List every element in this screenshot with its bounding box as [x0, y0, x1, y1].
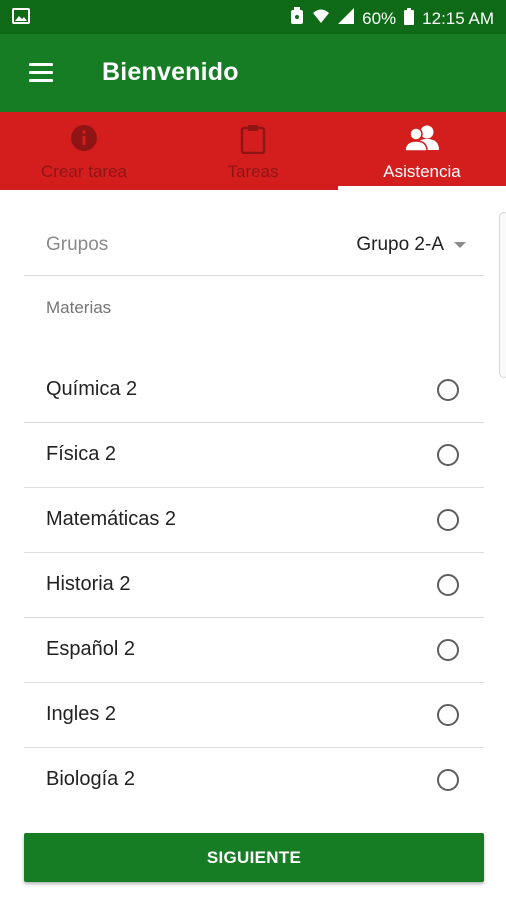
radio-button[interactable] [437, 769, 459, 791]
list-item[interactable]: Física 2 [24, 423, 484, 488]
subject-name: Biología 2 [46, 768, 135, 790]
tab-indicator [338, 186, 506, 190]
signal-icon [338, 8, 355, 29]
groups-selected-value[interactable]: Grupo 2-A [356, 234, 444, 256]
subject-name: Matemáticas 2 [46, 508, 177, 530]
clipboard-icon [240, 124, 266, 159]
groups-label: Grupos [46, 234, 109, 255]
menu-icon[interactable] [24, 56, 58, 90]
radio-button[interactable] [437, 639, 459, 661]
subject-name: Ingles 2 [46, 703, 117, 725]
battery-percent: 60% [362, 8, 397, 28]
battery-icon [404, 7, 415, 30]
subjects-list: Química 2 Física 2 Matemáticas 2 Histori… [24, 358, 484, 813]
status-bar: 60% 12:15 AM [0, 0, 506, 34]
radio-button[interactable] [437, 704, 459, 726]
subject-name: Química 2 [46, 378, 138, 400]
subjects-label: Materias [46, 298, 112, 317]
radio-button[interactable] [437, 444, 459, 466]
app-bar: Bienvenido [0, 34, 506, 112]
radio-button[interactable] [437, 379, 459, 401]
tab-tareas[interactable]: Tareas [169, 112, 337, 190]
info-icon [70, 124, 98, 157]
subject-name: Historia 2 [46, 573, 131, 595]
groups-dropdown[interactable]: Grupos Grupo 2-A [24, 218, 484, 276]
radio-button[interactable] [437, 574, 459, 596]
list-item[interactable]: Español 2 [24, 618, 484, 683]
tab-bar: Crear tarea Tareas Asistencia [0, 112, 506, 190]
list-item[interactable]: Matemáticas 2 [24, 488, 484, 553]
radio-button[interactable] [437, 509, 459, 531]
tab-label: Tareas [227, 162, 279, 181]
list-item[interactable]: Ingles 2 [24, 683, 484, 748]
tab-label: Crear tarea [41, 162, 127, 181]
list-item[interactable]: Historia 2 [24, 553, 484, 618]
wifi-icon [312, 8, 330, 29]
image-icon [12, 8, 30, 29]
tab-asistencia[interactable]: Asistencia [338, 112, 506, 190]
notification-icon [290, 7, 304, 30]
page-title: Bienvenido [102, 58, 239, 86]
subject-name: Español 2 [46, 638, 135, 660]
scroll-handle[interactable] [499, 212, 506, 378]
list-item[interactable]: Química 2 [24, 358, 484, 423]
people-icon [404, 124, 439, 157]
chevron-down-icon[interactable] [454, 242, 466, 248]
subject-name: Física 2 [46, 443, 117, 465]
tab-crear-tarea[interactable]: Crear tarea [0, 112, 168, 190]
next-button[interactable]: SIGUIENTE [24, 833, 484, 882]
clock: 12:15 AM [422, 8, 494, 28]
list-item[interactable]: Biología 2 [24, 748, 484, 813]
tab-label: Asistencia [383, 162, 461, 181]
